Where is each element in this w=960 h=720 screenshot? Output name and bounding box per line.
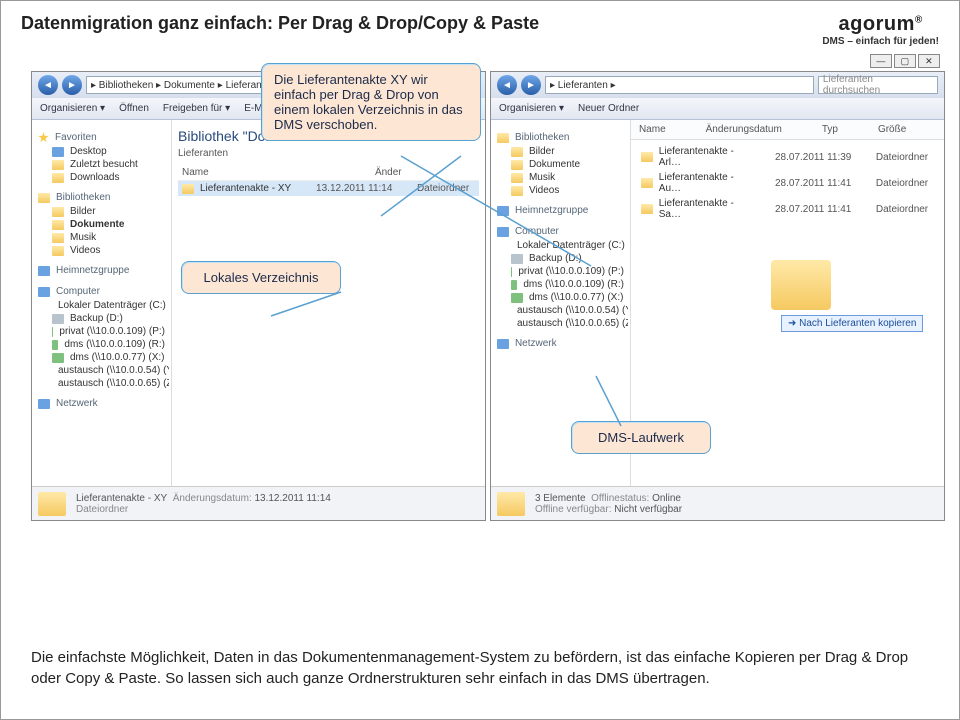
drag-folder-icon[interactable]: [771, 260, 831, 310]
max-icon[interactable]: ▢: [894, 54, 916, 68]
fwd-icon[interactable]: ►: [62, 75, 82, 95]
fwd-icon[interactable]: ►: [521, 75, 541, 95]
footer-text: Die einfachste Möglichkeit, Daten in das…: [31, 647, 929, 689]
nav-tree[interactable]: Favoriten Desktop Zuletzt besucht Downlo…: [32, 120, 172, 486]
tb-newfolder[interactable]: Neuer Ordner: [578, 103, 639, 114]
folder-icon: [182, 184, 194, 194]
copy-tooltip: ➜ Nach Lieferanten kopieren: [781, 315, 923, 332]
brand-logo: agorum® DMS – einfach für jeden!: [822, 13, 939, 47]
search-input[interactable]: Lieferanten durchsuchen: [818, 76, 938, 94]
back-icon[interactable]: ◄: [38, 75, 58, 95]
tb-organize[interactable]: Organisieren ▾: [499, 103, 564, 114]
callout-main: Die Lieferantenakte XY wir einfach per D…: [261, 63, 481, 141]
min-icon[interactable]: —: [870, 54, 892, 68]
table-row[interactable]: Lieferantenakte - Sa…28.07.2011 11:41Dat…: [637, 196, 938, 222]
table-row[interactable]: Lieferantenakte - XY 13.12.2011 11:14 Da…: [178, 181, 479, 196]
callout-dms: DMS-Laufwerk: [571, 421, 711, 454]
tb-organize[interactable]: Organisieren ▾: [40, 103, 105, 114]
table-row[interactable]: Lieferantenakte - Arl…28.07.2011 11:39Da…: [637, 144, 938, 170]
folder-icon: [38, 492, 66, 516]
star-icon: [38, 132, 49, 143]
explorer-right: — ▢ ✕ ◄ ► ▸ Lieferanten ▸ Lieferanten du…: [490, 71, 945, 521]
tb-share[interactable]: Freigeben für ▾: [163, 103, 230, 114]
tb-open[interactable]: Öffnen: [119, 103, 149, 114]
content-sub: Lieferanten: [178, 148, 479, 165]
callout-local: Lokales Verzeichnis: [181, 261, 341, 294]
close-icon[interactable]: ✕: [918, 54, 940, 68]
address-bar[interactable]: ▸ Lieferanten ▸: [545, 76, 814, 94]
table-row[interactable]: Lieferantenakte - Au…28.07.2011 11:41Dat…: [637, 170, 938, 196]
back-icon[interactable]: ◄: [497, 75, 517, 95]
folder-icon: [497, 492, 525, 516]
page-title: Datenmigration ganz einfach: Per Drag & …: [21, 13, 539, 34]
